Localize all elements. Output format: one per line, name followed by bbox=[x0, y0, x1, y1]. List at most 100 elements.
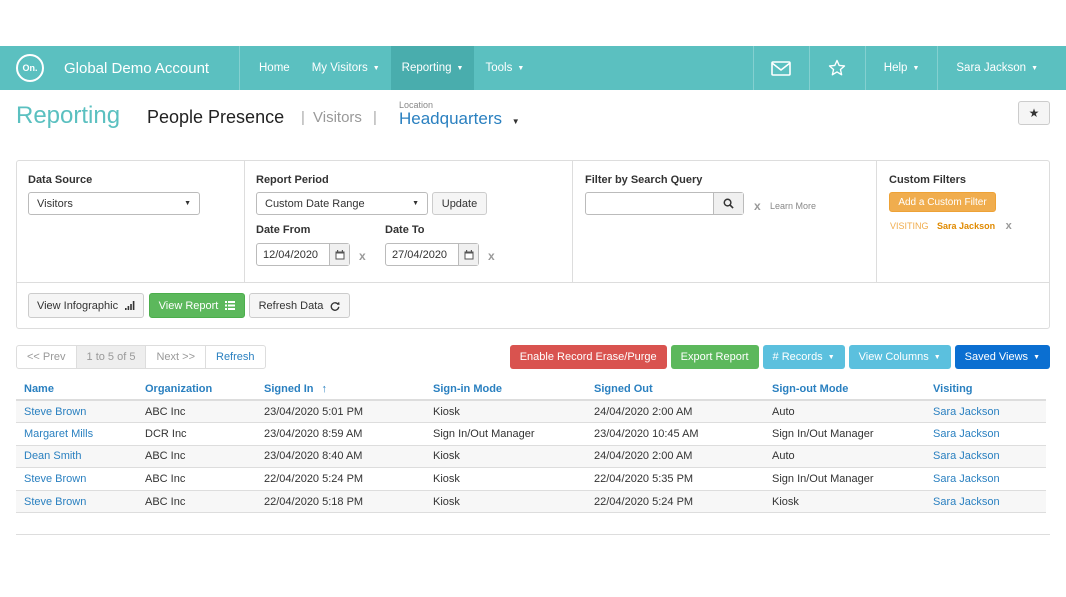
location-dropdown[interactable]: Headquarters ▼ bbox=[399, 109, 520, 129]
cell-visiting[interactable]: Sara Jackson bbox=[925, 490, 1046, 514]
search-filter-label: Filter by Search Query bbox=[585, 174, 703, 186]
cell-signed-out: 22/04/2020 5:24 PM bbox=[586, 490, 764, 514]
custom-filters-section: Custom Filters Add a Custom Filter VISIT… bbox=[877, 161, 1049, 282]
dropdown-arrow-icon: ▼ bbox=[184, 200, 191, 207]
messages-button[interactable] bbox=[752, 46, 809, 90]
star-icon: ★ bbox=[1028, 106, 1040, 120]
nav-user-label: Sara Jackson bbox=[956, 62, 1027, 74]
data-source-select[interactable]: Visitors ▼ bbox=[28, 192, 200, 215]
account-name[interactable]: Global Demo Account bbox=[60, 46, 240, 90]
nav-help[interactable]: Help ▼ bbox=[864, 46, 938, 90]
clear-date-to-icon[interactable]: x bbox=[488, 249, 495, 263]
star-outline-icon bbox=[829, 59, 846, 76]
visitors-report-link[interactable]: Visitors bbox=[313, 109, 362, 126]
column-header-name[interactable]: Name bbox=[16, 378, 137, 401]
date-from-value: 12/04/2020 bbox=[263, 248, 319, 261]
nav-reporting-label: Reporting bbox=[401, 62, 452, 74]
data-source-value: Visitors bbox=[37, 197, 73, 210]
remove-visiting-filter-icon[interactable]: x bbox=[1006, 220, 1012, 232]
cell-signed-out: 24/04/2020 2:00 AM bbox=[586, 400, 764, 424]
data-source-section: Data Source Visitors ▼ bbox=[17, 161, 245, 282]
cell-name[interactable]: Dean Smith bbox=[16, 445, 137, 469]
data-source-label: Data Source bbox=[28, 174, 93, 186]
cell-sign-out-mode: Kiosk bbox=[764, 490, 925, 514]
view-infographic-button[interactable]: View Infographic bbox=[28, 293, 144, 318]
report-actions: Enable Record Erase/Purge Export Report … bbox=[509, 345, 1050, 369]
cell-name[interactable]: Steve Brown bbox=[16, 400, 137, 424]
filter-panel: Data Source Visitors ▼ Report Period Cust… bbox=[16, 160, 1050, 329]
cell-signed-in: 23/04/2020 8:59 AM bbox=[256, 422, 425, 446]
signed-in-header-label: Signed In bbox=[264, 382, 314, 395]
calendar-icon[interactable] bbox=[329, 244, 349, 265]
date-from-field[interactable]: 12/04/2020 bbox=[256, 243, 350, 266]
prev-page-button[interactable]: << Prev bbox=[17, 346, 77, 368]
column-header-organization[interactable]: Organization bbox=[137, 378, 256, 401]
cell-signed-in: 22/04/2020 5:18 PM bbox=[256, 490, 425, 514]
table-row: Margaret Mills DCR Inc 23/04/2020 8:59 A… bbox=[16, 422, 1046, 446]
cell-sign-out-mode: Auto bbox=[764, 400, 925, 424]
search-input[interactable] bbox=[585, 192, 744, 215]
enable-record-erase-button[interactable]: Enable Record Erase/Purge bbox=[509, 345, 667, 369]
view-columns-dropdown[interactable]: View Columns ▼ bbox=[848, 345, 951, 369]
page-header: Reporting People Presence | Visitors | L… bbox=[16, 98, 1050, 138]
saved-views-dropdown[interactable]: Saved Views ▼ bbox=[954, 345, 1050, 369]
refresh-icon bbox=[331, 301, 340, 311]
export-report-button[interactable]: Export Report bbox=[670, 345, 759, 369]
table-row: Steve Brown ABC Inc 22/04/2020 5:18 PM K… bbox=[16, 490, 1046, 514]
update-button[interactable]: Update bbox=[432, 192, 487, 215]
report-period-select[interactable]: Custom Date Range ▼ bbox=[256, 192, 428, 215]
column-header-signed-in[interactable]: Signed In ↑ bbox=[256, 378, 425, 401]
envelope-icon bbox=[771, 60, 792, 76]
nav-reporting[interactable]: Reporting ▼ bbox=[390, 46, 475, 90]
cell-sign-out-mode: Sign In/Out Manager bbox=[764, 422, 925, 446]
cell-visiting[interactable]: Sara Jackson bbox=[925, 422, 1046, 446]
visiting-filter-tag: VISITING bbox=[890, 221, 929, 231]
next-page-button[interactable]: Next >> bbox=[146, 346, 206, 368]
cell-visiting[interactable]: Sara Jackson bbox=[925, 467, 1046, 491]
cell-name[interactable]: Steve Brown bbox=[16, 490, 137, 514]
bookmark-button[interactable]: ★ bbox=[1018, 101, 1050, 125]
table-row: Steve Brown ABC Inc 23/04/2020 5:01 PM K… bbox=[16, 400, 1046, 424]
search-filter-section: Filter by Search Query x Learn More bbox=[573, 161, 877, 282]
add-custom-filter-button[interactable]: Add a Custom Filter bbox=[889, 192, 996, 212]
column-header-sign-out-mode[interactable]: Sign-out Mode bbox=[764, 378, 925, 401]
nav-tools[interactable]: Tools ▼ bbox=[474, 46, 535, 90]
cell-name[interactable]: Steve Brown bbox=[16, 467, 137, 491]
cell-signed-in: 23/04/2020 8:40 AM bbox=[256, 445, 425, 469]
nav-home[interactable]: Home bbox=[248, 46, 301, 90]
view-report-button[interactable]: View Report bbox=[149, 293, 245, 318]
refresh-table-button[interactable]: Refresh bbox=[206, 346, 265, 368]
records-dropdown[interactable]: # Records ▼ bbox=[762, 345, 845, 369]
nav-my-visitors-label: My Visitors bbox=[311, 62, 368, 74]
date-to-field[interactable]: 27/04/2020 bbox=[385, 243, 479, 266]
logo-mark: On. bbox=[16, 54, 44, 82]
cell-organization: ABC Inc bbox=[137, 467, 256, 491]
cell-visiting[interactable]: Sara Jackson bbox=[925, 445, 1046, 469]
clear-search-icon[interactable]: x bbox=[754, 199, 761, 213]
visiting-filter-value: Sara Jackson bbox=[937, 221, 996, 231]
cell-sign-in-mode: Kiosk bbox=[425, 400, 586, 424]
nav-user-menu[interactable]: Sara Jackson ▼ bbox=[937, 46, 1066, 90]
cell-name[interactable]: Margaret Mills bbox=[16, 422, 137, 446]
column-header-signed-out[interactable]: Signed Out bbox=[586, 378, 764, 401]
table-row: Dean Smith ABC Inc 23/04/2020 8:40 AM Ki… bbox=[16, 445, 1046, 469]
date-to-value: 27/04/2020 bbox=[392, 248, 448, 261]
column-header-sign-in-mode[interactable]: Sign-in Mode bbox=[425, 378, 586, 401]
favorites-button[interactable] bbox=[808, 46, 865, 90]
location-value: Headquarters bbox=[399, 109, 503, 128]
column-header-visiting[interactable]: Visiting bbox=[925, 378, 1046, 401]
learn-more-link[interactable]: Learn More bbox=[770, 201, 816, 211]
chevron-down-icon: ▼ bbox=[912, 64, 920, 72]
refresh-data-button[interactable]: Refresh Data bbox=[249, 293, 350, 318]
logo[interactable]: On. bbox=[0, 46, 60, 90]
calendar-icon[interactable] bbox=[458, 244, 478, 265]
date-to-label: Date To bbox=[385, 224, 425, 236]
nav-my-visitors[interactable]: My Visitors ▼ bbox=[301, 46, 391, 90]
cell-signed-in: 22/04/2020 5:24 PM bbox=[256, 467, 425, 491]
search-icon[interactable] bbox=[713, 193, 743, 214]
cell-signed-out: 23/04/2020 10:45 AM bbox=[586, 422, 764, 446]
chevron-down-icon: ▼ bbox=[827, 353, 835, 361]
cell-visiting[interactable]: Sara Jackson bbox=[925, 400, 1046, 424]
clear-date-from-icon[interactable]: x bbox=[359, 249, 366, 263]
table-row: Steve Brown ABC Inc 22/04/2020 5:24 PM K… bbox=[16, 467, 1046, 491]
